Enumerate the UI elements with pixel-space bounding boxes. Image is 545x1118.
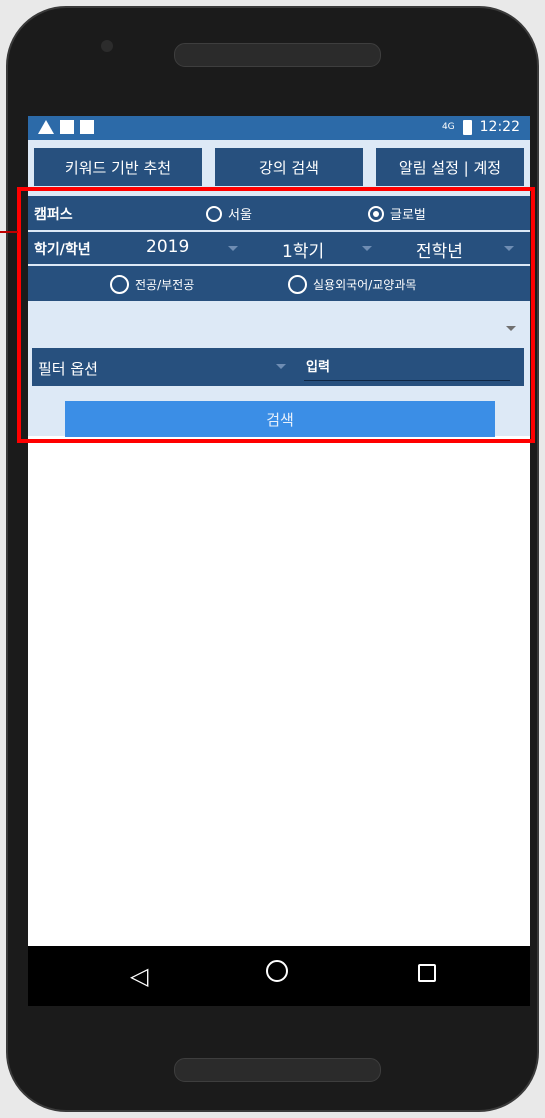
tab-keyword-recommend[interactable]: 키워드 기반 추천 [34, 148, 202, 186]
notification-icon [60, 120, 74, 134]
clock: 12:22 [479, 119, 520, 135]
status-bar: 4G 12:22 [28, 116, 530, 140]
tab-bar: 키워드 기반 추천 강의 검색 알림 설정 | 계정 [28, 142, 530, 186]
results-list [28, 438, 530, 946]
notification-icon [80, 120, 94, 134]
back-icon[interactable]: ◁ [130, 962, 148, 990]
camera-icon [101, 40, 113, 52]
tab-notification-account[interactable]: 알림 설정 | 계정 [376, 148, 524, 186]
signal-icon: 4G [441, 122, 455, 132]
home-icon[interactable] [266, 960, 288, 982]
tab-course-search[interactable]: 강의 검색 [215, 148, 363, 186]
warning-icon [38, 120, 54, 134]
navigation-bar: ◁ [28, 946, 530, 1006]
top-speaker [174, 43, 381, 67]
highlight-box [17, 187, 535, 443]
recent-apps-icon[interactable] [418, 964, 436, 982]
bottom-speaker [174, 1058, 381, 1082]
callout-line [0, 231, 18, 233]
battery-icon [462, 119, 472, 135]
